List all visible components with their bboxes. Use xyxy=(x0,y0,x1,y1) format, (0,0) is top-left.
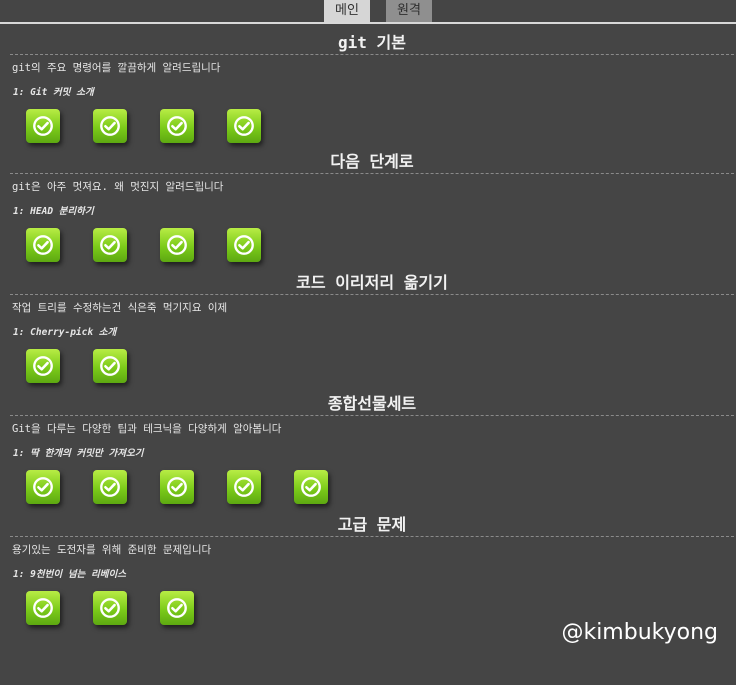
level-button-completed[interactable] xyxy=(227,228,261,262)
check-circle-icon xyxy=(234,477,254,497)
level-button-completed[interactable] xyxy=(26,228,60,262)
level-button-completed[interactable] xyxy=(93,591,127,625)
check-circle-icon xyxy=(33,356,53,376)
level-name: 1: Cherry-pick 소개 xyxy=(13,327,117,338)
level-button-completed[interactable] xyxy=(93,228,127,262)
check-circle-icon xyxy=(33,116,53,136)
section-title: 코드 이리저리 옮기기 xyxy=(10,272,734,295)
section-title: 다음 단계로 xyxy=(10,151,734,174)
check-circle-icon xyxy=(33,235,53,255)
tab-remote[interactable]: 원격 xyxy=(386,0,432,22)
level-button-completed[interactable] xyxy=(26,591,60,625)
level-name: 1: 딱 한개의 커밋만 가져오기 xyxy=(13,448,144,459)
check-circle-icon xyxy=(100,356,120,376)
level-section: 코드 이리저리 옮기기작업 트리를 수정하는건 식은죽 먹기지요 이제 1: Ch… xyxy=(0,272,736,383)
tab-bar: 메인 원격 xyxy=(324,0,432,22)
level-button-completed[interactable] xyxy=(160,228,194,262)
check-circle-icon xyxy=(167,235,187,255)
check-circle-icon xyxy=(33,477,53,497)
check-circle-icon xyxy=(100,235,120,255)
level-button-completed[interactable] xyxy=(160,591,194,625)
check-circle-icon xyxy=(234,235,254,255)
check-circle-icon xyxy=(100,598,120,618)
level-name: 1: Git 커밋 소개 xyxy=(13,87,94,98)
section-description: git의 주요 명령어를 깔끔하게 알려드립니다 xyxy=(12,62,221,74)
top-bar: 메인 원격 xyxy=(0,0,736,24)
level-button-completed[interactable] xyxy=(160,109,194,143)
level-name: 1: HEAD 분리하기 xyxy=(13,206,94,217)
check-circle-icon xyxy=(167,477,187,497)
level-button-completed[interactable] xyxy=(160,470,194,504)
level-button-completed[interactable] xyxy=(227,109,261,143)
section-description: git은 아주 멋져요. 왜 멋진지 알려드립니다 xyxy=(12,181,224,193)
level-button-completed[interactable] xyxy=(26,470,60,504)
check-circle-icon xyxy=(167,116,187,136)
section-title: git 기본 xyxy=(10,32,734,55)
level-section: 종합선물세트 Git을 다루는 다양한 팁과 테크닉을 다양하게 알아봅니다 1: … xyxy=(0,393,736,504)
level-button-completed[interactable] xyxy=(227,470,261,504)
level-buttons xyxy=(26,109,736,143)
section-description: Git을 다루는 다양한 팁과 테크닉을 다양하게 알아봅니다 xyxy=(12,423,282,435)
check-circle-icon xyxy=(33,598,53,618)
level-section: 다음 단계로 git은 아주 멋져요. 왜 멋진지 알려드립니다 1: HEAD 분… xyxy=(0,151,736,262)
tab-main[interactable]: 메인 xyxy=(324,0,370,22)
level-buttons xyxy=(26,470,736,504)
check-circle-icon xyxy=(167,598,187,618)
check-circle-icon xyxy=(100,477,120,497)
level-name: 1: 9천번이 넘는 리베이스 xyxy=(13,569,126,580)
level-sections: git 기본 git의 주요 명령어를 깔끔하게 알려드립니다 1: Git 커밋 … xyxy=(0,32,736,625)
section-description: 작업 트리를 수정하는건 식은죽 먹기지요 이제 xyxy=(12,302,228,314)
section-description: 용기있는 도전자를 위해 준비한 문제입니다 xyxy=(12,544,212,556)
section-title: 종합선물세트 xyxy=(10,393,734,416)
level-section: 고급 문제용기있는 도전자를 위해 준비한 문제입니다 1: 9천번이 넘는 리베… xyxy=(0,514,736,625)
check-circle-icon xyxy=(301,477,321,497)
watermark-text: @kimbukyong xyxy=(561,620,718,645)
level-button-completed[interactable] xyxy=(93,349,127,383)
level-button-completed[interactable] xyxy=(26,109,60,143)
level-button-completed[interactable] xyxy=(26,349,60,383)
level-button-completed[interactable] xyxy=(93,109,127,143)
level-button-completed[interactable] xyxy=(93,470,127,504)
check-circle-icon xyxy=(234,116,254,136)
section-title: 고급 문제 xyxy=(10,514,734,537)
level-buttons xyxy=(26,228,736,262)
level-section: git 기본 git의 주요 명령어를 깔끔하게 알려드립니다 1: Git 커밋 … xyxy=(0,32,736,143)
check-circle-icon xyxy=(100,116,120,136)
level-buttons xyxy=(26,349,736,383)
level-button-completed[interactable] xyxy=(294,470,328,504)
